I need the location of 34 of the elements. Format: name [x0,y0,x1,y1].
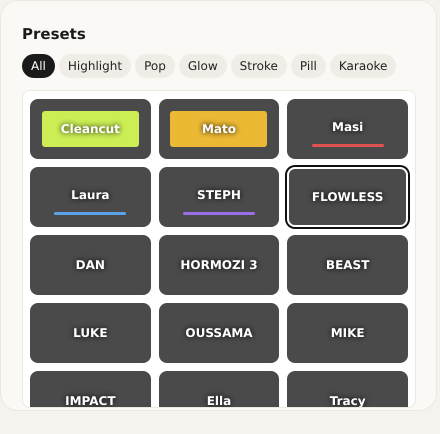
preset-tile[interactable]: DAN [30,235,151,295]
preset-label: Ella [206,393,232,407]
preset-label: OUSSAMA [185,325,253,342]
preset-tile[interactable]: LUKE [30,303,151,363]
preset-label: LUKE [73,325,108,342]
preset-tile[interactable]: HORMOZI 3 [158,235,280,295]
filter-tab[interactable]: Karaoke [330,54,396,78]
preset-tile[interactable]: MIKE [287,303,408,363]
preset-tile[interactable]: STEPH [158,167,280,227]
preset-label: MIKE [330,325,365,342]
preset-tile[interactable]: Laura [30,167,151,227]
preset-tile[interactable]: OUSSAMA [158,303,280,363]
filter-tab[interactable]: Glow [178,54,227,78]
preset-label: IMPACT [65,393,116,407]
preset-label: Mato [202,121,236,138]
preset-tile[interactable]: BEAST [287,235,408,295]
preset-tile[interactable]: Ella [158,371,280,407]
preset-label: DAN [76,257,105,274]
panel-title: Presets [22,24,87,45]
preset-tile[interactable]: FLOWLESS [287,167,408,227]
filter-tab[interactable]: All [22,54,55,78]
filter-tab[interactable]: Highlight [58,54,132,78]
filter-tab[interactable]: Pill [290,54,326,78]
preset-label: FLOWLESS [312,189,384,206]
filter-tab[interactable]: Stroke [230,54,287,78]
preset-label: HORMOZI 3 [180,257,258,274]
preset-label: BEAST [326,257,370,274]
preset-label: Laura [71,186,110,204]
preset-label: STEPH [197,186,241,204]
filter-tab[interactable]: Pop [135,54,175,78]
preset-tile[interactable]: IMPACT [30,371,151,407]
preset-tile[interactable]: Masi [287,99,408,159]
preset-label: Cleancut [60,121,120,138]
preset-label: Masi [332,118,364,136]
